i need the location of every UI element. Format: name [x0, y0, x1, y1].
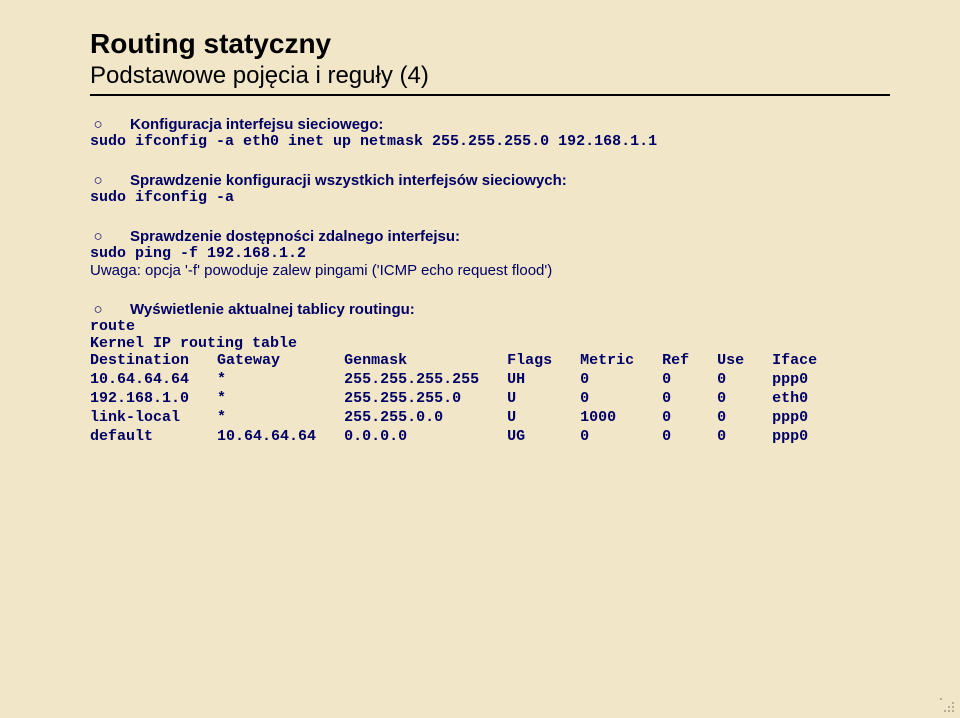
heading-check-interfaces: Sprawdzenie konfiguracji wszystkich inte…	[130, 172, 567, 189]
table-row: 10.64.64.64 * 255.255.255.255 UH 0 0 0 p…	[90, 371, 817, 390]
resize-grip-icon	[940, 698, 954, 712]
cmd-ifconfig-set: sudo ifconfig -a eth0 inet up netmask 25…	[90, 133, 870, 150]
col-metric: Metric	[580, 352, 662, 371]
col-iface: Iface	[772, 352, 817, 371]
table-row: 192.168.1.0 * 255.255.255.0 U 0 0 0 eth0	[90, 390, 817, 409]
slide-title: Routing statyczny	[90, 28, 870, 60]
col-genmask: Genmask	[344, 352, 507, 371]
heading-ping: Sprawdzenie dostępności zdalnego interfe…	[130, 228, 460, 245]
table-row: default 10.64.64.64 0.0.0.0 UG 0 0 0 ppp…	[90, 428, 817, 447]
table-row: link-local * 255.255.0.0 U 1000 0 0 ppp0	[90, 409, 817, 428]
table-row-header: Destination Gateway Genmask Flags Metric…	[90, 352, 817, 371]
col-destination: Destination	[90, 352, 217, 371]
section-route: ○ Wyświetlenie aktualnej tablicy routing…	[90, 301, 870, 447]
bullet-icon: ○	[90, 117, 106, 132]
cmd-ping: sudo ping -f 192.168.1.2	[90, 245, 870, 262]
section-check-interfaces: ○ Sprawdzenie konfiguracji wszystkich in…	[90, 172, 870, 206]
section-config-interface: ○ Konfiguracja interfejsu sieciowego: su…	[90, 116, 870, 150]
slide: Routing statyczny Podstawowe pojęcia i r…	[0, 0, 960, 718]
col-gateway: Gateway	[217, 352, 344, 371]
section-ping: ○ Sprawdzenie dostępności zdalnego inter…	[90, 228, 870, 279]
bullet-icon: ○	[90, 229, 106, 244]
bullet-icon: ○	[90, 302, 106, 317]
cmd-ifconfig-all: sudo ifconfig -a	[90, 189, 870, 206]
heading-route: Wyświetlenie aktualnej tablicy routingu:	[130, 301, 415, 318]
cmd-route: route	[90, 318, 870, 335]
heading-config-interface: Konfiguracja interfejsu sieciowego:	[130, 116, 383, 133]
col-flags: Flags	[507, 352, 580, 371]
route-caption: Kernel IP routing table	[90, 335, 870, 352]
slide-subtitle: Podstawowe pojęcia i reguły (4)	[90, 62, 870, 90]
bullet-icon: ○	[90, 173, 106, 188]
title-rule	[90, 94, 890, 96]
col-ref: Ref	[662, 352, 717, 371]
routing-table: Destination Gateway Genmask Flags Metric…	[90, 352, 817, 447]
col-use: Use	[717, 352, 772, 371]
note-ping-flood: Uwaga: opcja '-f' powoduje zalew pingami…	[90, 262, 870, 279]
